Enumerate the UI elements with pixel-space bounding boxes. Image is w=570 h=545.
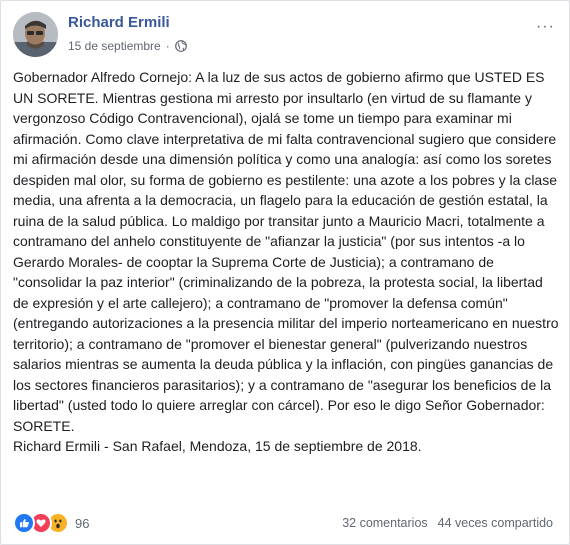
post-signature: Richard Ermili - San Rafael, Mendoza, 15…	[13, 438, 422, 454]
globe-icon[interactable]	[174, 40, 187, 52]
post-header: Richard Ermili 15 de septiembre · ···	[13, 12, 557, 60]
post-footer: 96 32 comentarios 44 veces compartido	[13, 510, 557, 536]
like-icon	[13, 512, 35, 534]
more-options-icon[interactable]: ···	[536, 18, 555, 36]
reaction-count: 96	[75, 515, 90, 531]
post-date[interactable]: 15 de septiembre	[68, 39, 161, 53]
comments-count-link[interactable]: 32 comentarios	[342, 516, 427, 530]
post-stats: 32 comentarios 44 veces compartido	[342, 510, 553, 536]
avatar[interactable]	[13, 12, 58, 57]
avatar-image	[13, 12, 58, 57]
meta-separator: ·	[165, 39, 170, 53]
post-meta: 15 de septiembre ·	[68, 39, 187, 53]
post-paragraph: Gobernador Alfredo Cornejo: A la luz de …	[13, 69, 559, 434]
post-card: Richard Ermili 15 de septiembre · ··· Go…	[0, 0, 570, 545]
post-body: Gobernador Alfredo Cornejo: A la luz de …	[13, 67, 559, 457]
shares-count-link[interactable]: 44 veces compartido	[438, 516, 553, 530]
author-name[interactable]: Richard Ermili	[68, 14, 170, 31]
reactions-summary[interactable]: 96	[13, 510, 89, 536]
